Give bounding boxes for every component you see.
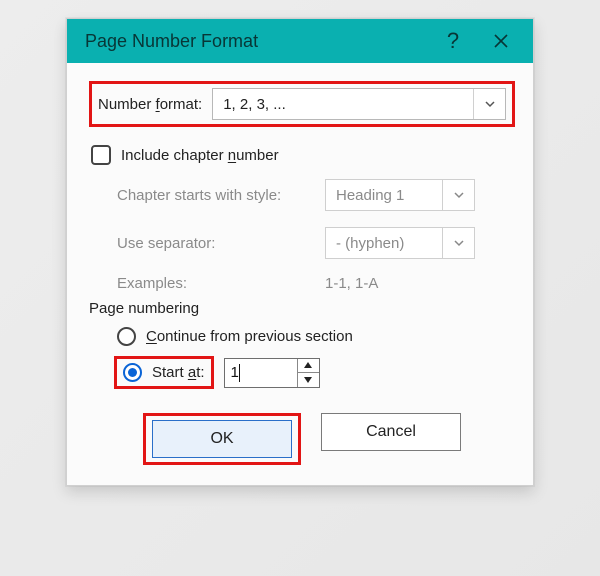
chapter-options-group: Chapter starts with style: Heading 1 Use…	[117, 179, 515, 292]
radio-checked-icon	[123, 363, 142, 382]
chevron-down-icon	[473, 89, 505, 119]
page-numbering-label: Page numbering	[89, 300, 515, 317]
examples-value: 1-1, 1-A	[325, 275, 378, 292]
spinner-down-button[interactable]	[298, 373, 319, 387]
examples-label: Examples:	[117, 275, 315, 292]
chapter-starts-label: Chapter starts with style:	[117, 187, 315, 204]
chapter-starts-value: Heading 1	[336, 187, 442, 204]
number-format-highlight: Number format: 1, 2, 3, ...	[89, 81, 515, 127]
number-format-select[interactable]: 1, 2, 3, ...	[212, 88, 506, 120]
number-format-label: Number format:	[98, 96, 202, 113]
close-button[interactable]	[477, 19, 525, 63]
chevron-down-icon	[442, 228, 474, 258]
spinner-buttons	[297, 359, 319, 387]
continue-previous-label: Continue from previous section	[146, 328, 353, 345]
titlebar: Page Number Format ?	[67, 19, 533, 63]
ok-button[interactable]: OK	[152, 420, 292, 458]
include-chapter-checkbox[interactable]: Include chapter number	[91, 145, 515, 165]
cancel-button[interactable]: Cancel	[321, 413, 461, 451]
use-separator-label: Use separator:	[117, 235, 315, 252]
start-at-highlight: Start at:	[114, 356, 214, 389]
start-at-value: 1	[225, 359, 297, 387]
number-format-value: 1, 2, 3, ...	[223, 96, 473, 113]
cancel-button-label: Cancel	[366, 423, 416, 441]
dialog-title: Page Number Format	[85, 31, 429, 52]
spinner-up-button[interactable]	[298, 359, 319, 374]
start-at-radio[interactable]: Start at:	[123, 363, 205, 382]
page-number-format-dialog: Page Number Format ? Number format: 1, 2…	[66, 18, 534, 486]
text-caret-icon	[239, 364, 240, 382]
start-at-label: Start at:	[152, 364, 205, 381]
include-chapter-label: Include chapter number	[121, 147, 279, 164]
help-button[interactable]: ?	[429, 19, 477, 63]
radio-icon	[117, 327, 136, 346]
chapter-starts-select: Heading 1	[325, 179, 475, 211]
chevron-down-icon	[442, 180, 474, 210]
start-at-spinner[interactable]: 1	[224, 358, 320, 388]
triangle-up-icon	[304, 362, 312, 368]
triangle-down-icon	[304, 377, 312, 383]
use-separator-select: - (hyphen)	[325, 227, 475, 259]
page-numbering-radio-group: Continue from previous section Start at:…	[117, 327, 515, 389]
close-icon	[493, 33, 509, 49]
use-separator-value: - (hyphen)	[336, 235, 442, 252]
continue-previous-radio[interactable]: Continue from previous section	[117, 327, 515, 346]
checkbox-box-icon	[91, 145, 111, 165]
ok-highlight: OK	[143, 413, 301, 465]
ok-button-label: OK	[210, 430, 233, 448]
